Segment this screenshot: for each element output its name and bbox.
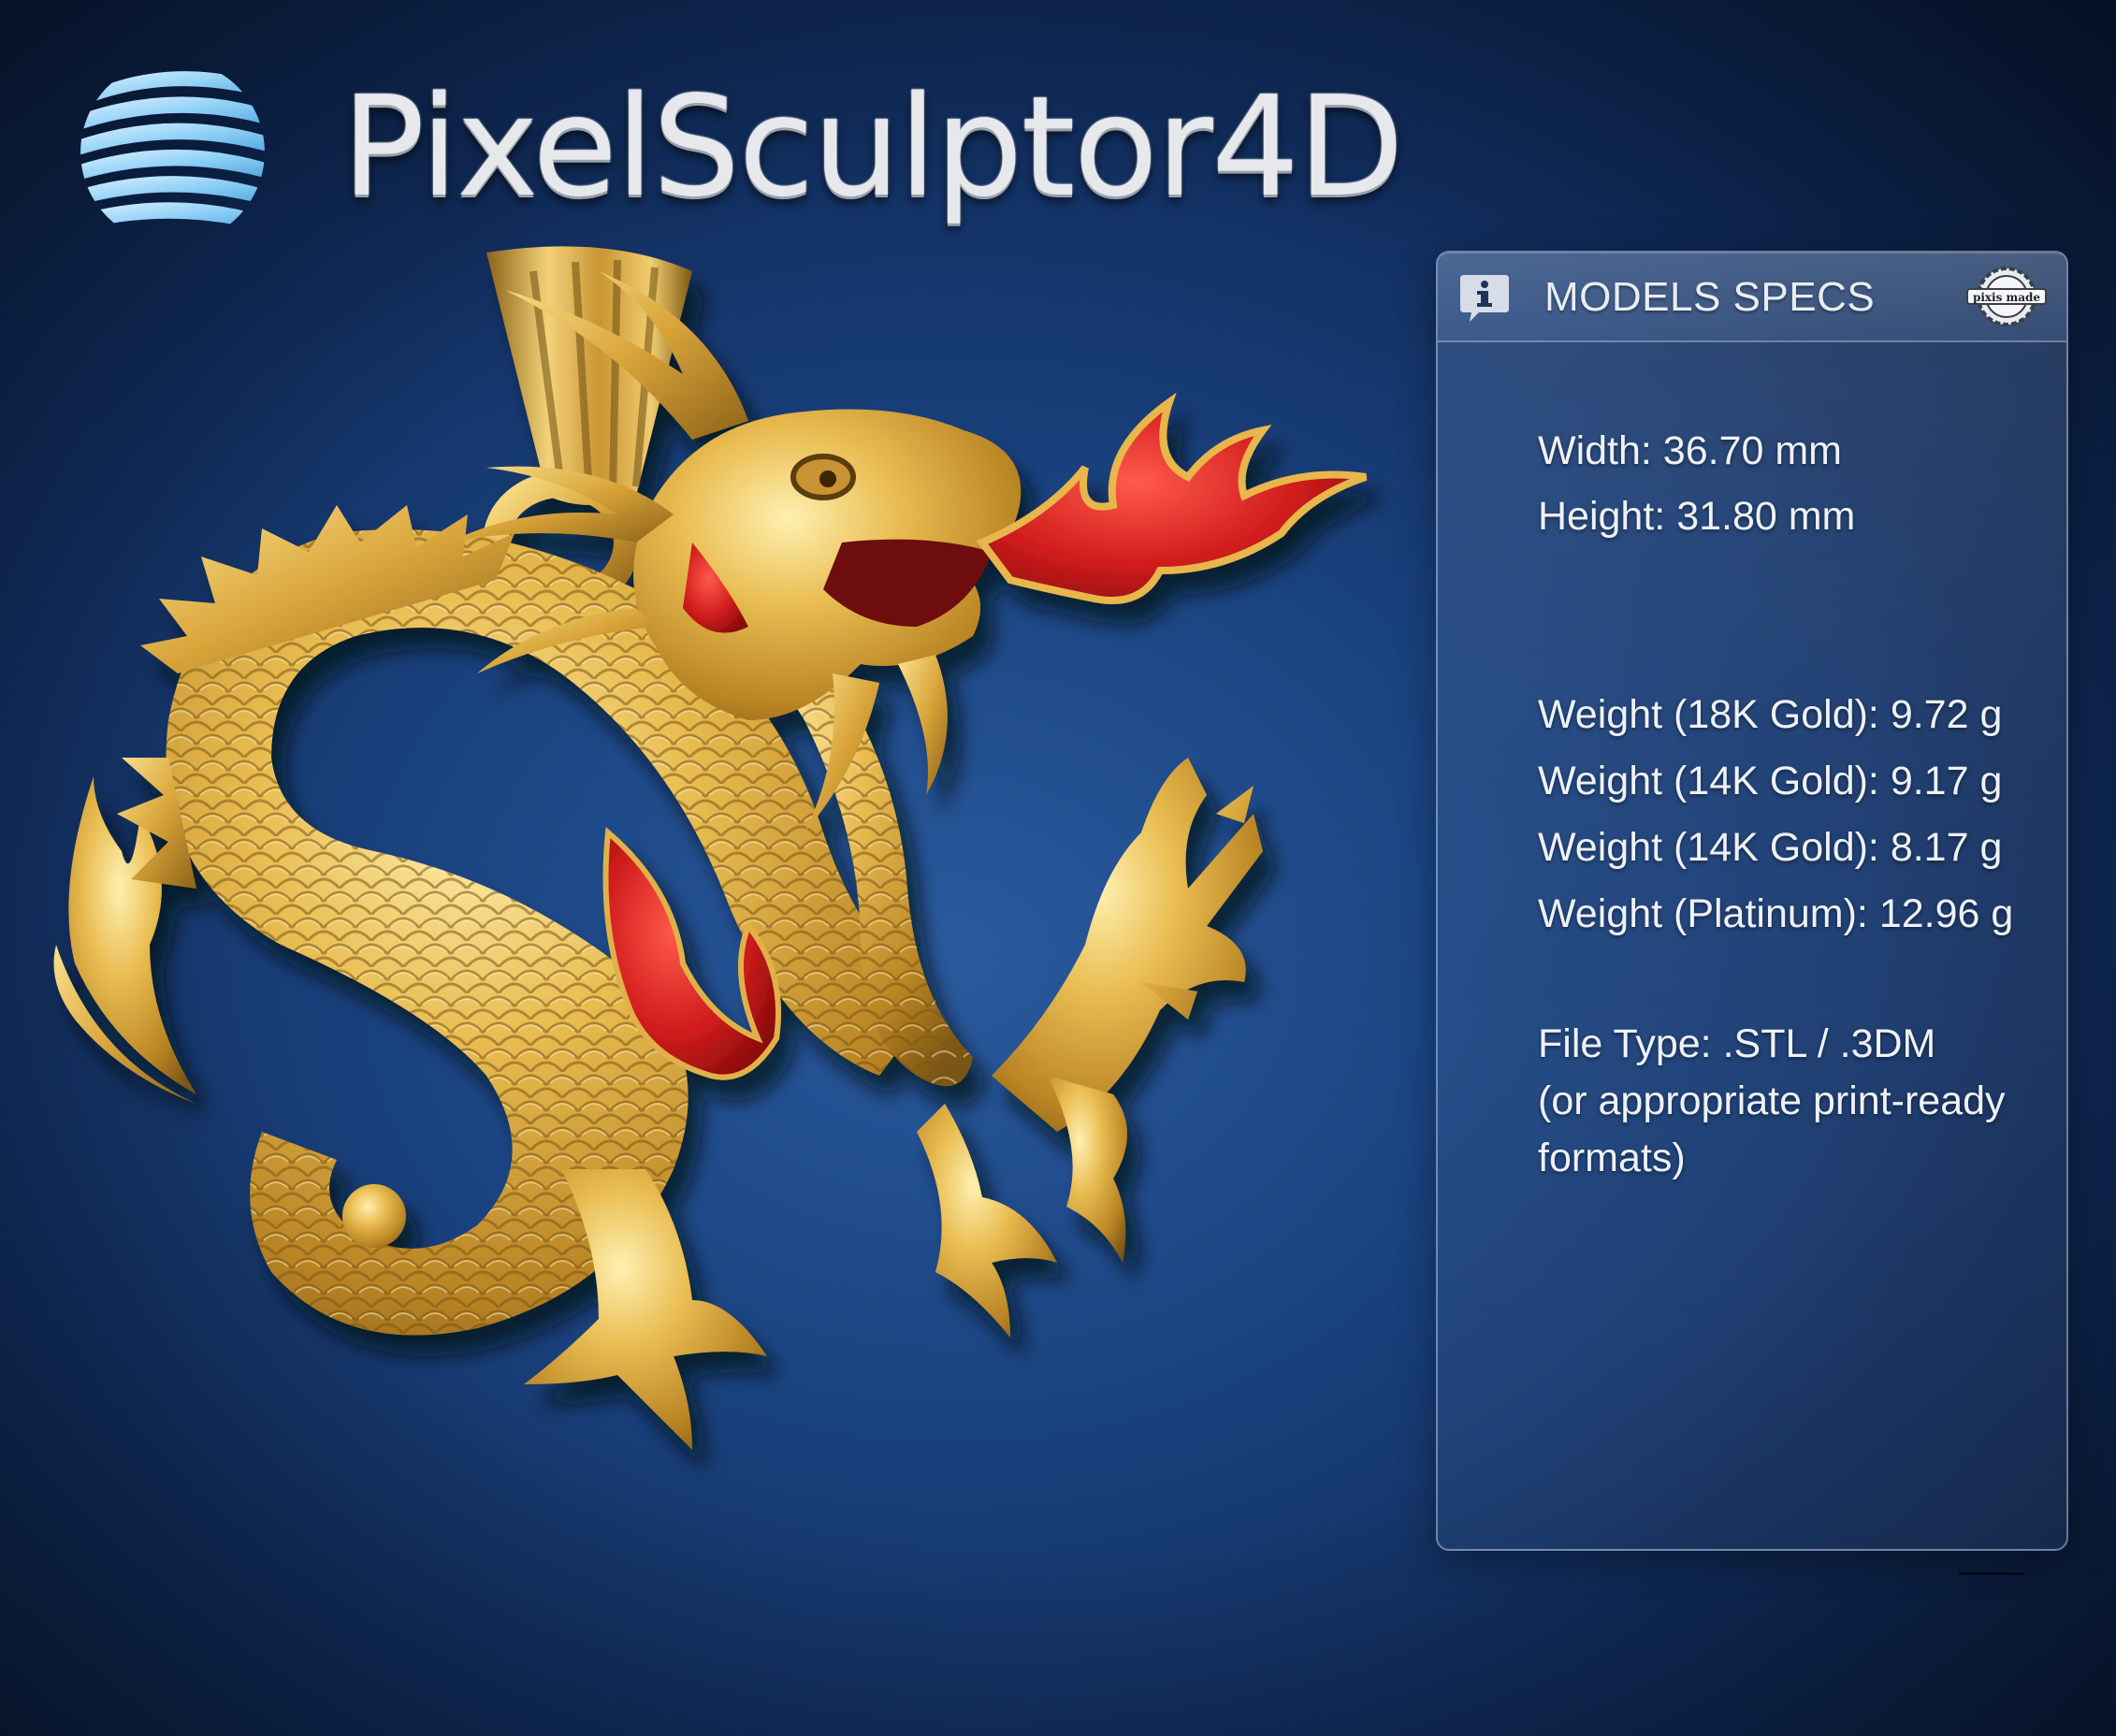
badge-text: pixis made bbox=[1973, 291, 2040, 304]
striped-sphere-logo-icon bbox=[80, 71, 265, 233]
specs-panel-header: MODELS SPECS pixis made bbox=[1438, 253, 2066, 342]
models-specs-panel: MODELS SPECS pixis made Width: 36.70 mm … bbox=[1436, 251, 2068, 1551]
spec-file-note: (or appropriate print-ready bbox=[1538, 1078, 2006, 1123]
info-icon[interactable] bbox=[1458, 271, 1511, 324]
spec-weight-14k-gold: Weight (14K Gold): 9.17 g bbox=[1538, 759, 2003, 803]
spec-weight-18k-gold: Weight (18K Gold): 9.72 g bbox=[1538, 692, 2003, 737]
spec-file-note-cont: formats) bbox=[1538, 1136, 1686, 1180]
corner-divider bbox=[1959, 1572, 2024, 1575]
dragon-pendant-icon bbox=[53, 246, 1368, 1450]
spec-height: Height: 31.80 mm bbox=[1538, 494, 1856, 539]
spec-width: Width: 36.70 mm bbox=[1538, 428, 1842, 473]
spec-weight-14k-gold-alt: Weight (14K Gold): 8.17 g bbox=[1538, 825, 2003, 870]
brand-title: PixelSculptor4D bbox=[341, 66, 1404, 227]
spec-weight-platinum: Weight (Platinum): 12.96 g bbox=[1538, 891, 2014, 936]
spec-file-type: File Type: .STL / .3DM bbox=[1538, 1021, 1936, 1066]
pixel-made-badge-icon: pixis made bbox=[1966, 267, 2047, 326]
specs-panel-title: MODELS SPECS bbox=[1544, 274, 1876, 320]
